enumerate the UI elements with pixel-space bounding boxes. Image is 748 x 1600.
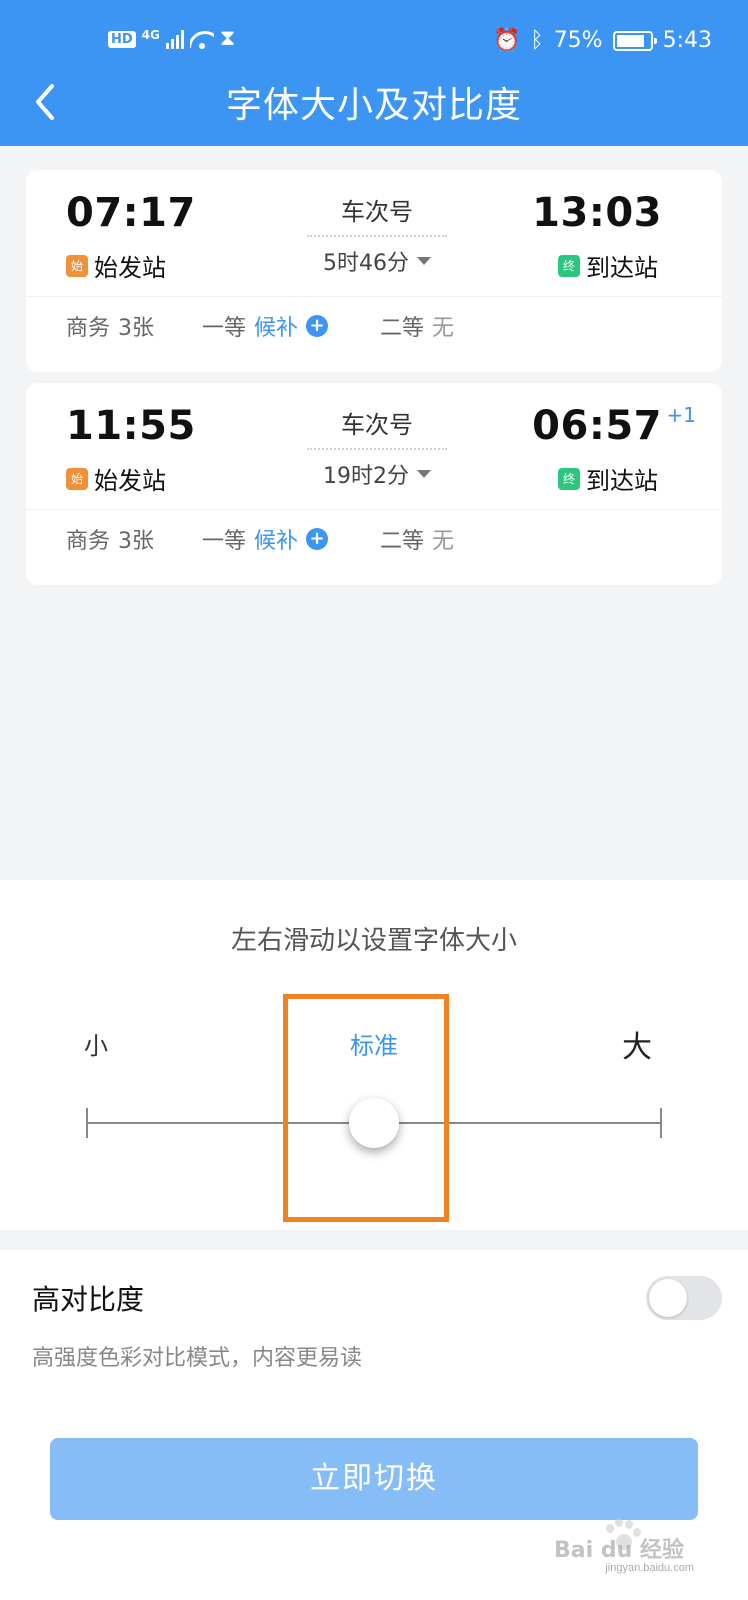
seat-value: 无: [432, 529, 455, 554]
hd-icon: HD: [108, 30, 136, 48]
app-header: HD 4G ⧗ ⏰ ᛒ 75% 5:43 字体大小及对比度: [0, 0, 748, 146]
divider: [26, 296, 722, 297]
arrive-station-label: 到达站: [586, 254, 658, 282]
next-day-badge: +1: [666, 403, 696, 427]
seat-value: 3张: [118, 529, 155, 554]
duration-dropdown[interactable]: 19时2分: [292, 458, 462, 490]
status-left: HD 4G ⧗: [108, 28, 235, 50]
arrive-time: 06:57: [532, 403, 662, 449]
depart-time: 11:55: [66, 403, 196, 449]
train-card[interactable]: 07:17 始 始发站 车次号 5时46分 13:03 终 到达站 商务 3张 …: [26, 170, 722, 372]
seat-business: 商务 3张: [66, 523, 154, 555]
start-tag-icon: 始: [66, 467, 88, 490]
depart-time: 07:17: [66, 190, 196, 236]
start-tag-icon: 始: [66, 254, 88, 277]
seat-value: 无: [432, 316, 455, 341]
seat-label: 商务: [66, 316, 111, 341]
font-size-hint: 左右滑动以设置字体大小: [230, 926, 517, 956]
font-size-panel: 左右滑动以设置字体大小 小 标准 大: [0, 880, 748, 1230]
hourglass-icon: ⧗: [219, 26, 236, 51]
arrive-station-label: 到达站: [586, 467, 658, 495]
contrast-description: 高强度色彩对比模式，内容更易读: [32, 1346, 363, 1371]
plus-circle-icon[interactable]: +: [306, 315, 329, 337]
depart-station: 始 始发站: [66, 248, 166, 283]
route-line: [307, 235, 447, 237]
contrast-title: 高对比度: [32, 1283, 145, 1316]
seat-first[interactable]: 一等 候补 +: [202, 523, 329, 555]
contrast-toggle[interactable]: [646, 1276, 722, 1320]
annotation-highlight-box: [283, 994, 449, 1222]
seat-second: 二等 无: [380, 310, 454, 342]
wifi-icon: [190, 29, 214, 49]
seat-label: 一等: [202, 316, 247, 341]
duration-label: 19时2分: [323, 464, 409, 489]
battery-percent: 75%: [553, 28, 603, 53]
route-line: [307, 448, 447, 450]
status-bar: HD 4G ⧗ ⏰ ᛒ 75% 5:43: [0, 28, 748, 60]
waitlist-link[interactable]: 候补: [254, 310, 298, 342]
duration-label: 5时46分: [323, 251, 409, 276]
plus-circle-icon[interactable]: +: [306, 528, 329, 550]
battery-icon: [612, 30, 657, 51]
seat-label: 二等: [380, 529, 425, 554]
train-card[interactable]: 11:55 始 始发站 车次号 19时2分 06:57 +1 终 到达站 商务 …: [26, 383, 722, 585]
status-right: ⏰ ᛒ 75% 5:43: [493, 28, 712, 53]
seat-label: 商务: [66, 529, 111, 554]
end-tag-icon: 终: [558, 467, 580, 490]
train-info: 车次号 19时2分: [292, 383, 462, 490]
apply-button[interactable]: 立即切换: [50, 1438, 698, 1520]
end-tag-icon: 终: [558, 254, 580, 277]
seat-value: 3张: [118, 316, 155, 341]
train-number: 车次号: [341, 198, 413, 226]
train-info: 车次号 5时46分: [292, 170, 462, 277]
depart-station-label: 始发站: [94, 467, 166, 495]
size-large-label: 大: [622, 1030, 652, 1065]
depart-station: 始 始发站: [66, 461, 166, 496]
caret-down-icon: [417, 257, 431, 265]
seat-business: 商务 3张: [66, 310, 154, 342]
waitlist-link[interactable]: 候补: [254, 523, 298, 555]
bluetooth-icon: ᛒ: [530, 27, 544, 53]
seat-first[interactable]: 一等 候补 +: [202, 310, 329, 342]
contrast-section: 高对比度 高强度色彩对比模式，内容更易读 立即切换: [0, 1250, 748, 1600]
seat-label: 一等: [202, 529, 247, 554]
train-number: 车次号: [341, 411, 413, 439]
signal-icon: [165, 29, 184, 49]
depart-station-label: 始发站: [94, 254, 166, 282]
seat-label: 二等: [380, 316, 425, 341]
arrive-station: 终 到达站: [558, 461, 658, 496]
alarm-icon: ⏰: [493, 27, 521, 53]
arrive-station: 终 到达站: [558, 248, 658, 283]
page-title: 字体大小及对比度: [225, 85, 522, 126]
arrive-time: 13:03: [532, 190, 662, 236]
caret-down-icon: [417, 470, 431, 478]
seat-second: 二等 无: [380, 523, 454, 555]
slider-tick-max: [660, 1108, 662, 1138]
duration-dropdown[interactable]: 5时46分: [292, 245, 462, 277]
network-type: 4G: [141, 28, 160, 42]
slider-tick-min: [86, 1108, 88, 1138]
clock: 5:43: [662, 28, 712, 53]
toggle-thumb: [649, 1279, 687, 1317]
divider: [26, 509, 722, 510]
